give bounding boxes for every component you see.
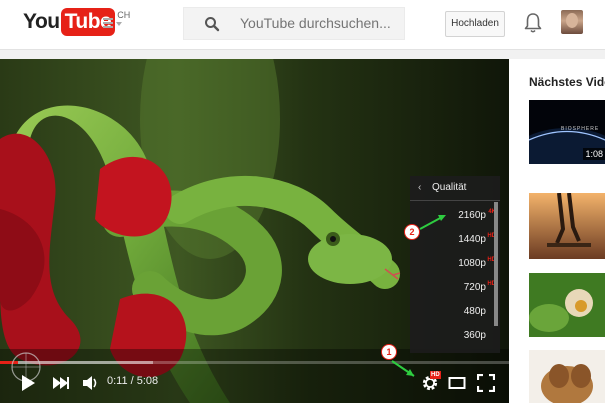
up-next-thumbnail-3[interactable]	[529, 273, 605, 337]
upload-button[interactable]: Hochladen	[445, 11, 505, 37]
up-next-thumbnail-4[interactable]	[529, 350, 605, 403]
annotation-arrows	[391, 215, 446, 377]
avatar[interactable]	[561, 10, 583, 34]
bee-flower-image	[529, 273, 605, 337]
up-next-title: Nächstes Video	[529, 75, 605, 89]
search-icon[interactable]	[204, 16, 220, 32]
up-next-sidebar: Nächstes Video BIOSPHERE 1:08	[509, 59, 605, 403]
up-next-thumbnail-2[interactable]	[529, 193, 605, 259]
skateboard-image	[529, 193, 605, 259]
search-box	[183, 7, 405, 40]
video-player[interactable]: ‹ Qualität 2160p 4K 1440p HD 1080p HD 72…	[0, 59, 509, 403]
bell-icon[interactable]	[523, 12, 543, 34]
annotation-marker-1: 1	[381, 344, 397, 360]
masthead: You Tube CH Hochladen	[0, 0, 605, 50]
up-next-thumbnail-1[interactable]: BIOSPHERE 1:08	[529, 100, 605, 164]
logo-you-text: You	[23, 10, 60, 33]
menu-icon[interactable]	[101, 13, 125, 33]
thumbnail-duration: 1:08	[583, 148, 605, 160]
search-input[interactable]	[240, 8, 400, 39]
thumbnail-title-text: BIOSPHERE	[561, 126, 600, 132]
puppy-image	[529, 350, 605, 403]
annotation-marker-2: 2	[404, 224, 420, 240]
